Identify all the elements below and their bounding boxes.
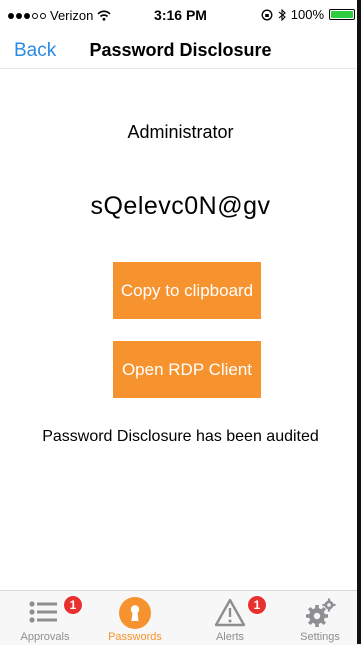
navigation-bar: Back Password Disclosure: [0, 32, 361, 69]
battery-icon: [329, 9, 355, 20]
screen-edge: [357, 0, 361, 644]
tab-label-alerts: Alerts: [215, 631, 245, 643]
alerts-badge: 1: [247, 595, 267, 615]
tab-passwords[interactable]: Passwords: [90, 591, 180, 645]
rotation-lock-icon: [261, 9, 273, 20]
copy-to-clipboard-button[interactable]: Copy to clipboard: [113, 262, 261, 319]
tab-label-settings: Settings: [300, 631, 340, 643]
gears-icon: [275, 595, 361, 633]
password-value: sQelevc0N@gv: [90, 192, 271, 220]
tab-alerts[interactable]: 1 Alerts: [185, 591, 275, 645]
approvals-badge: 1: [63, 595, 83, 615]
tab-approvals[interactable]: 1 Approvals: [0, 591, 90, 645]
bluetooth-icon: [278, 8, 286, 21]
audit-message: Password Disclosure has been audited: [42, 428, 319, 445]
status-right: 100%: [261, 7, 355, 22]
status-bar: Verizon 3:16 PM 100%: [0, 0, 361, 32]
keyhole-icon: [90, 595, 180, 633]
tab-label-approvals: Approvals: [20, 631, 70, 643]
tab-label-passwords: Passwords: [108, 631, 162, 643]
page-title: Password Disclosure: [89, 40, 272, 60]
battery-percent: 100%: [290, 7, 324, 22]
account-name: Administrator: [127, 122, 234, 142]
open-rdp-client-button[interactable]: Open RDP Client: [113, 341, 261, 398]
tab-settings[interactable]: Settings: [275, 591, 361, 645]
tab-bar: 1 Approvals Passwords 1 Alerts Settings: [0, 590, 361, 645]
